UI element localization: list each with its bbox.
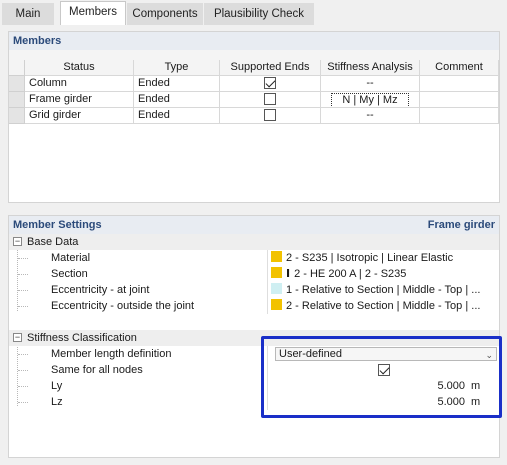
ly-row[interactable]: Ly 5.000 m [9,378,499,394]
member-length-row[interactable]: Member length definition User-defined ⌄ [9,346,499,362]
col-type-header[interactable]: Type [134,60,220,76]
status-cell: Column [25,76,134,92]
member-settings-title: Member Settings [13,219,102,231]
eccentricity-outside-swatch [271,299,282,310]
supported-ends-cell [220,108,321,124]
supported-ends-cell [220,76,321,92]
material-label: Material [51,252,91,264]
collapse-icon[interactable]: − [13,333,22,342]
comment-cell[interactable] [420,92,499,108]
chevron-down-icon[interactable]: ⌄ [485,349,493,361]
same-nodes-label: Same for all nodes [51,364,143,376]
base-data-group[interactable]: − Base Data [9,234,499,250]
lz-unit: m [471,396,481,408]
ly-unit: m [471,380,481,392]
stiffness-analysis-cell[interactable]: -- [321,76,420,92]
table-row[interactable]: Frame girder Ended N | My | Mz [9,92,499,108]
stiffness-analysis-cell[interactable]: -- [321,108,420,124]
eccentricity-joint-label: Eccentricity - at joint [51,284,150,296]
eccentricity-joint-value[interactable]: 1 - Relative to Section | Middle - Top |… [271,282,480,298]
col-status-header[interactable]: Status [25,60,134,76]
status-cell: Grid girder [25,108,134,124]
stiffness-analysis-cell[interactable]: N | My | Mz [321,92,420,108]
i-beam-icon: I [286,267,291,280]
eccentricity-joint-row[interactable]: Eccentricity - at joint 1 - Relative to … [9,282,499,298]
members-panel-title: Members [13,35,62,47]
members-panel: Members Status Type Supported Ends Stiff… [8,31,500,203]
ly-value[interactable]: 5.000 [437,378,465,394]
table-row[interactable]: Grid girder Ended -- [9,108,499,124]
material-row[interactable]: Material 2 - S235 | Isotropic | Linear E… [9,250,499,266]
tab-components[interactable]: Components [127,3,203,25]
table-row[interactable]: Column Ended -- [9,76,499,92]
member-settings-header: Member Settings Frame girder [9,216,499,234]
member-settings-panel: Member Settings Frame girder − Base Data… [8,215,500,458]
eccentricity-outside-row[interactable]: Eccentricity - outside the joint 2 - Rel… [9,298,499,314]
type-cell: Ended [134,76,220,92]
material-value[interactable]: 2 - S235 | Isotropic | Linear Elastic [271,250,453,266]
col-comment-header[interactable]: Comment [420,60,499,76]
tab-members[interactable]: Members [60,1,126,25]
supported-ends-cell [220,92,321,108]
base-data-label: Base Data [27,236,79,248]
tab-main[interactable]: Main [2,3,54,25]
member-settings-context: Frame girder [427,219,495,231]
same-nodes-row[interactable]: Same for all nodes [9,362,499,378]
supported-ends-checkbox[interactable] [264,93,276,106]
comment-cell[interactable] [420,108,499,124]
row-selector[interactable] [9,108,25,124]
section-row[interactable]: Section I2 - HE 200 A | 2 - S235 [9,266,499,282]
stiffness-classification-label: Stiffness Classification [27,332,137,344]
supported-ends-checkbox[interactable] [264,77,276,90]
type-cell: Ended [134,92,220,108]
lz-row[interactable]: Lz 5.000 m [9,394,499,410]
same-nodes-checkbox[interactable] [378,364,390,376]
stiffness-analysis-value[interactable]: N | My | Mz [331,93,409,107]
lz-label: Lz [51,396,63,408]
member-length-value: User-defined [279,348,342,360]
row-selector[interactable] [9,76,25,92]
members-table-header: Status Type Supported Ends Stiffness Ana… [9,60,499,76]
material-color-swatch [271,251,282,262]
supported-ends-checkbox[interactable] [264,109,276,122]
tab-bar: Main Members Components Plausibility Che… [0,0,507,25]
lz-value[interactable]: 5.000 [437,394,465,410]
section-label: Section [51,268,88,280]
eccentricity-outside-label: Eccentricity - outside the joint [51,300,195,312]
status-cell: Frame girder [25,92,134,108]
col-supported-ends-header[interactable]: Supported Ends [220,60,321,76]
member-length-dropdown[interactable]: User-defined ⌄ [275,347,497,361]
comment-cell[interactable] [420,76,499,92]
tab-plausibility-check[interactable]: Plausibility Check [204,3,314,25]
type-cell: Ended [134,108,220,124]
col-stiffness-analysis-header[interactable]: Stiffness Analysis [321,60,420,76]
section-value[interactable]: I2 - HE 200 A | 2 - S235 [271,266,406,282]
eccentricity-joint-swatch [271,283,282,294]
ly-label: Ly [51,380,63,392]
collapse-icon[interactable]: − [13,237,22,246]
members-panel-header: Members [9,32,499,50]
section-color-swatch [271,267,282,278]
member-length-label: Member length definition [51,348,172,360]
eccentricity-outside-value[interactable]: 2 - Relative to Section | Middle - Top |… [271,298,480,314]
stiffness-classification-group[interactable]: − Stiffness Classification [9,330,499,346]
row-selector[interactable] [9,92,25,108]
